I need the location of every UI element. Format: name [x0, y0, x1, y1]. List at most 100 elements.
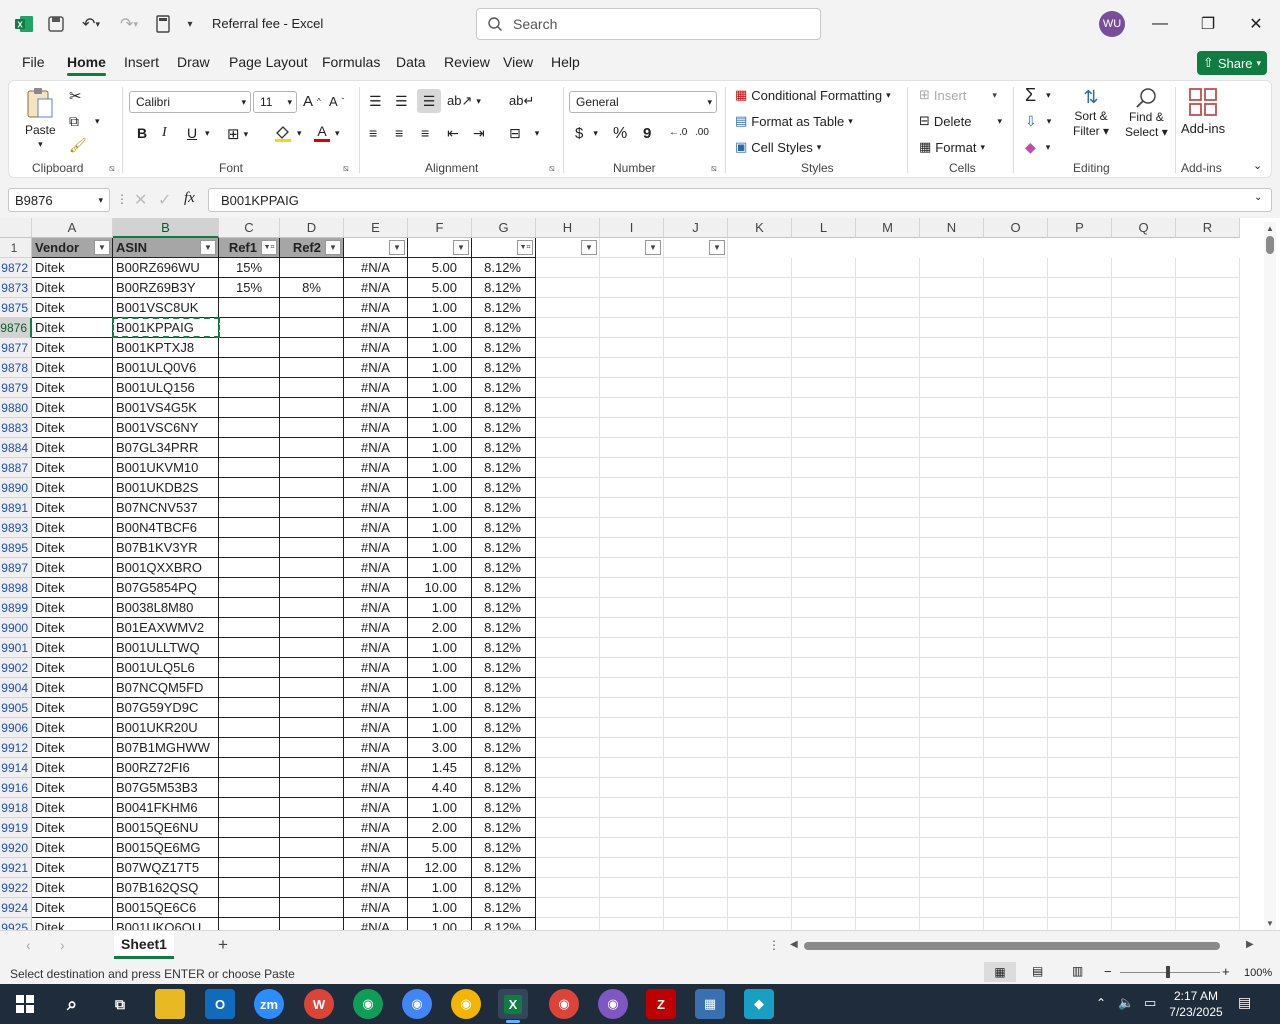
tab-help[interactable]: Help — [551, 54, 580, 70]
find-select-button[interactable]: Find & Select ▾ — [1125, 87, 1168, 139]
table-cell[interactable]: 8.12% — [472, 298, 536, 318]
table-cell[interactable]: Ditek — [32, 858, 113, 878]
row-header[interactable]: 9873 — [0, 278, 32, 298]
table-cell[interactable]: Ditek — [32, 918, 113, 930]
empty-cell[interactable] — [1048, 578, 1112, 598]
table-cell[interactable]: 8.12% — [472, 438, 536, 458]
table-cell[interactable]: 1.00 — [408, 298, 472, 318]
formula-input[interactable]: B001KPPAIG — [208, 188, 1272, 212]
table-cell[interactable]: B07B162QSQ — [113, 878, 219, 898]
empty-cell[interactable] — [792, 458, 856, 478]
empty-cell[interactable] — [920, 758, 984, 778]
empty-cell[interactable] — [1176, 758, 1240, 778]
empty-cell[interactable] — [1176, 878, 1240, 898]
empty-cell[interactable] — [536, 758, 600, 778]
align-right-icon[interactable]: ≡ — [421, 125, 429, 141]
empty-cell[interactable] — [1048, 418, 1112, 438]
table-cell[interactable]: 12.00 — [408, 858, 472, 878]
table-cell[interactable] — [219, 338, 280, 358]
empty-cell[interactable] — [600, 798, 664, 818]
table-cell[interactable]: B07WQZ17T5 — [113, 858, 219, 878]
table-cell[interactable]: B07B1MGHWW — [113, 738, 219, 758]
row-header[interactable]: 9916 — [0, 778, 32, 798]
increase-font-icon[interactable]: A ^ — [303, 93, 321, 110]
empty-cell[interactable] — [1048, 478, 1112, 498]
table-cell[interactable] — [280, 798, 344, 818]
empty-cell[interactable] — [536, 258, 600, 278]
column-header-i[interactable]: I — [600, 218, 664, 238]
table-cell[interactable]: 10.00 — [408, 578, 472, 598]
chrome-profile-icon[interactable]: ◉ — [402, 989, 432, 1019]
table-cell[interactable]: 1.00 — [408, 658, 472, 678]
search-icon[interactable]: ⌕ — [57, 989, 87, 1019]
empty-cell[interactable] — [664, 418, 728, 438]
table-cell[interactable]: 8.12% — [472, 738, 536, 758]
table-cell[interactable]: 15% — [219, 278, 280, 298]
filter-dropdown-icon[interactable]: ▼ — [709, 240, 725, 255]
empty-cell[interactable] — [792, 598, 856, 618]
table-cell[interactable]: Ditek — [32, 698, 113, 718]
table-cell[interactable] — [280, 578, 344, 598]
empty-cell[interactable] — [664, 518, 728, 538]
empty-cell[interactable] — [984, 578, 1048, 598]
table-cell[interactable] — [219, 638, 280, 658]
empty-cell[interactable] — [856, 518, 920, 538]
row-header[interactable]: 9919 — [0, 818, 32, 838]
increase-indent-icon[interactable]: ⇥ — [473, 125, 485, 142]
empty-cell[interactable] — [792, 738, 856, 758]
empty-cell[interactable] — [600, 458, 664, 478]
row-header[interactable]: 9887 — [0, 458, 32, 478]
empty-cell[interactable] — [1176, 378, 1240, 398]
empty-cell[interactable] — [536, 698, 600, 718]
row-header[interactable]: 9925 — [0, 918, 32, 930]
table-cell[interactable] — [280, 558, 344, 578]
empty-cell[interactable] — [984, 538, 1048, 558]
table-cell[interactable]: 8.12% — [472, 618, 536, 638]
add-sheet-button[interactable]: + — [218, 935, 228, 955]
empty-cell[interactable] — [1112, 878, 1176, 898]
empty-cell[interactable] — [1176, 838, 1240, 858]
empty-cell[interactable] — [984, 418, 1048, 438]
empty-cell[interactable] — [856, 598, 920, 618]
table-cell[interactable]: #N/A — [344, 318, 408, 338]
table-cell[interactable]: 1.00 — [408, 398, 472, 418]
zoom-slider-thumb[interactable] — [1166, 966, 1170, 978]
empty-cell[interactable] — [792, 818, 856, 838]
zoom-slider[interactable] — [1120, 972, 1220, 973]
table-cell[interactable]: #N/A — [344, 898, 408, 918]
empty-cell[interactable] — [728, 498, 792, 518]
empty-cell[interactable] — [664, 458, 728, 478]
table-cell[interactable] — [219, 718, 280, 738]
dialog-launcher-icon[interactable]: ⧅ — [109, 163, 115, 174]
empty-cell[interactable] — [664, 778, 728, 798]
table-cell[interactable] — [280, 438, 344, 458]
table-cell[interactable]: 8.12% — [472, 378, 536, 398]
empty-cell[interactable] — [984, 298, 1048, 318]
table-cell[interactable]: 8.12% — [472, 758, 536, 778]
table-cell[interactable] — [219, 858, 280, 878]
next-sheet-icon[interactable]: › — [60, 937, 65, 953]
table-cell[interactable]: 8.12% — [472, 258, 536, 278]
empty-cell[interactable] — [1176, 698, 1240, 718]
empty-cell[interactable] — [728, 338, 792, 358]
row-header[interactable]: 9918 — [0, 798, 32, 818]
row-header[interactable]: 9921 — [0, 858, 32, 878]
table-cell[interactable]: B00RZ696WU — [113, 258, 219, 278]
row-header[interactable]: 9905 — [0, 698, 32, 718]
format-cells-button[interactable]: ▦ Format ▾ — [919, 139, 985, 155]
empty-cell[interactable] — [792, 658, 856, 678]
app-icon[interactable]: ◆ — [744, 989, 774, 1019]
empty-cell[interactable] — [920, 278, 984, 298]
font-size-select[interactable]: 11 ▾ — [253, 91, 297, 113]
empty-cell[interactable] — [600, 898, 664, 918]
cancel-icon[interactable]: ✕ — [134, 190, 147, 210]
empty-cell[interactable] — [792, 578, 856, 598]
chrome-profile-icon[interactable]: ◉ — [549, 989, 579, 1019]
table-cell[interactable]: 5.00 — [408, 278, 472, 298]
more-icon[interactable]: ⋮ — [768, 938, 780, 952]
empty-cell[interactable] — [664, 558, 728, 578]
table-cell[interactable]: 1.00 — [408, 518, 472, 538]
filter-dropdown-icon[interactable]: ▼ — [94, 240, 110, 255]
clock[interactable]: 2:17 AM 7/23/2025 — [1168, 988, 1224, 1020]
collapse-ribbon-icon[interactable]: ⌄ — [1253, 159, 1262, 172]
